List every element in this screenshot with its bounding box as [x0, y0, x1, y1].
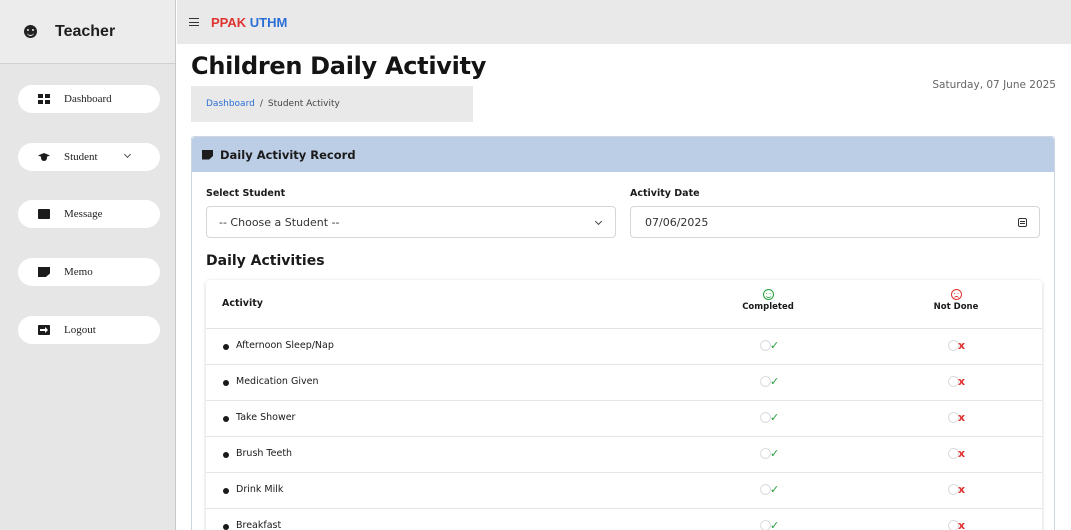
- activity-name: Take Shower: [236, 412, 296, 423]
- bullet-icon: [223, 416, 229, 422]
- table-row: Afternoon Sleep/Nap ✓ x: [206, 329, 1042, 365]
- bullet-icon: [223, 380, 229, 386]
- x-icon: x: [958, 483, 966, 496]
- memo-icon: [202, 149, 213, 160]
- bullet-icon: [223, 344, 229, 350]
- activity-date-label: Activity Date: [630, 188, 700, 199]
- activity-name: Brush Teeth: [236, 448, 293, 459]
- column-header-completed: Completed: [718, 289, 818, 312]
- check-icon: ✓: [770, 375, 780, 388]
- frown-icon: [950, 289, 962, 300]
- column-header-not-done: Not Done: [906, 289, 1006, 312]
- activity-name: Afternoon Sleep/Nap: [236, 340, 334, 351]
- calendar-icon[interactable]: [1018, 218, 1027, 227]
- x-icon: x: [958, 411, 966, 424]
- breadcrumb-separator: /: [259, 99, 263, 109]
- sidebar-item-logout[interactable]: Logout: [18, 316, 160, 344]
- topbar-brand-part1: PPAK: [211, 14, 247, 30]
- activity-date-value: 07/06/2025: [645, 215, 709, 229]
- check-icon: ✓: [770, 339, 780, 352]
- student-select-label: Select Student: [206, 188, 286, 199]
- message-icon: [38, 209, 50, 219]
- menu-toggle-icon[interactable]: [189, 18, 199, 26]
- memo-icon: [38, 267, 50, 277]
- sidebar-item-student[interactable]: Student: [18, 143, 160, 171]
- check-icon: ✓: [770, 447, 780, 460]
- table-row: Drink Milk ✓ x: [206, 473, 1042, 509]
- chevron-down-icon: [123, 150, 132, 159]
- sidebar-item-message[interactable]: Message: [18, 200, 160, 228]
- x-icon: x: [958, 375, 966, 388]
- card-header: Daily Activity Record: [192, 137, 1054, 172]
- section-title: Daily Activities: [206, 253, 325, 269]
- column-header-not-done-label: Not Done: [933, 302, 979, 312]
- bullet-icon: [223, 452, 229, 458]
- logout-icon: [38, 325, 50, 335]
- sidebar-item-label: Message: [64, 208, 103, 220]
- column-header-activity: Activity: [222, 298, 263, 309]
- activity-date-input[interactable]: 07/06/2025: [630, 206, 1040, 238]
- x-icon: x: [958, 519, 966, 530]
- breadcrumb-current: Student Activity: [267, 99, 340, 109]
- x-icon: x: [958, 339, 966, 352]
- smile-icon: [762, 289, 774, 300]
- breadcrumb-dashboard-link[interactable]: Dashboard: [206, 99, 255, 109]
- daily-activity-card: Daily Activity Record Select Student -- …: [191, 136, 1055, 530]
- table-row: Medication Given ✓ x: [206, 365, 1042, 401]
- topbar-brand[interactable]: PPAK UTHM: [211, 15, 287, 30]
- check-icon: ✓: [770, 483, 780, 496]
- topbar: PPAK UTHM: [177, 0, 1071, 44]
- dashboard-icon: [38, 94, 50, 104]
- sidebar: Teacher Dashboard Student Message Memo L…: [0, 0, 176, 530]
- card-title: Daily Activity Record: [220, 147, 356, 162]
- check-icon: ✓: [770, 519, 780, 530]
- sidebar-brand: Teacher: [0, 0, 175, 64]
- check-icon: ✓: [770, 411, 780, 424]
- table-row: Breakfast ✓ x: [206, 509, 1042, 530]
- sidebar-item-label: Logout: [64, 324, 96, 336]
- column-header-completed-label: Completed: [742, 302, 794, 312]
- topbar-brand-part2: UTHM: [249, 14, 288, 30]
- activity-name: Drink Milk: [236, 484, 284, 495]
- student-select-value: -- Choose a Student --: [219, 215, 340, 229]
- activities-table: Activity Completed Not Done Afternoon Sl…: [206, 280, 1042, 530]
- student-select[interactable]: -- Choose a Student --: [206, 206, 616, 238]
- sidebar-item-dashboard[interactable]: Dashboard: [18, 85, 160, 113]
- sidebar-item-memo[interactable]: Memo: [18, 258, 160, 286]
- chevron-down-icon: [594, 217, 603, 226]
- table-row: Take Shower ✓ x: [206, 401, 1042, 437]
- table-row: Brush Teeth ✓ x: [206, 437, 1042, 473]
- x-icon: x: [958, 447, 966, 460]
- sidebar-item-label: Dashboard: [64, 93, 112, 105]
- breadcrumb: Dashboard / Student Activity: [191, 86, 473, 122]
- activity-name: Breakfast: [236, 520, 282, 530]
- table-header: Activity Completed Not Done: [206, 280, 1042, 329]
- activity-name: Medication Given: [236, 376, 319, 387]
- bullet-icon: [223, 488, 229, 494]
- bullet-icon: [223, 524, 229, 530]
- page-title: Children Daily Activity: [191, 52, 487, 80]
- graduation-cap-icon: [38, 152, 50, 162]
- sidebar-item-label: Memo: [64, 266, 93, 278]
- smiley-icon: [24, 25, 37, 38]
- sidebar-brand-title: Teacher: [55, 22, 116, 40]
- sidebar-item-label: Student: [64, 151, 98, 163]
- app-root: Teacher Dashboard Student Message Memo L…: [0, 0, 1071, 530]
- current-date: Saturday, 07 June 2025: [932, 79, 1056, 91]
